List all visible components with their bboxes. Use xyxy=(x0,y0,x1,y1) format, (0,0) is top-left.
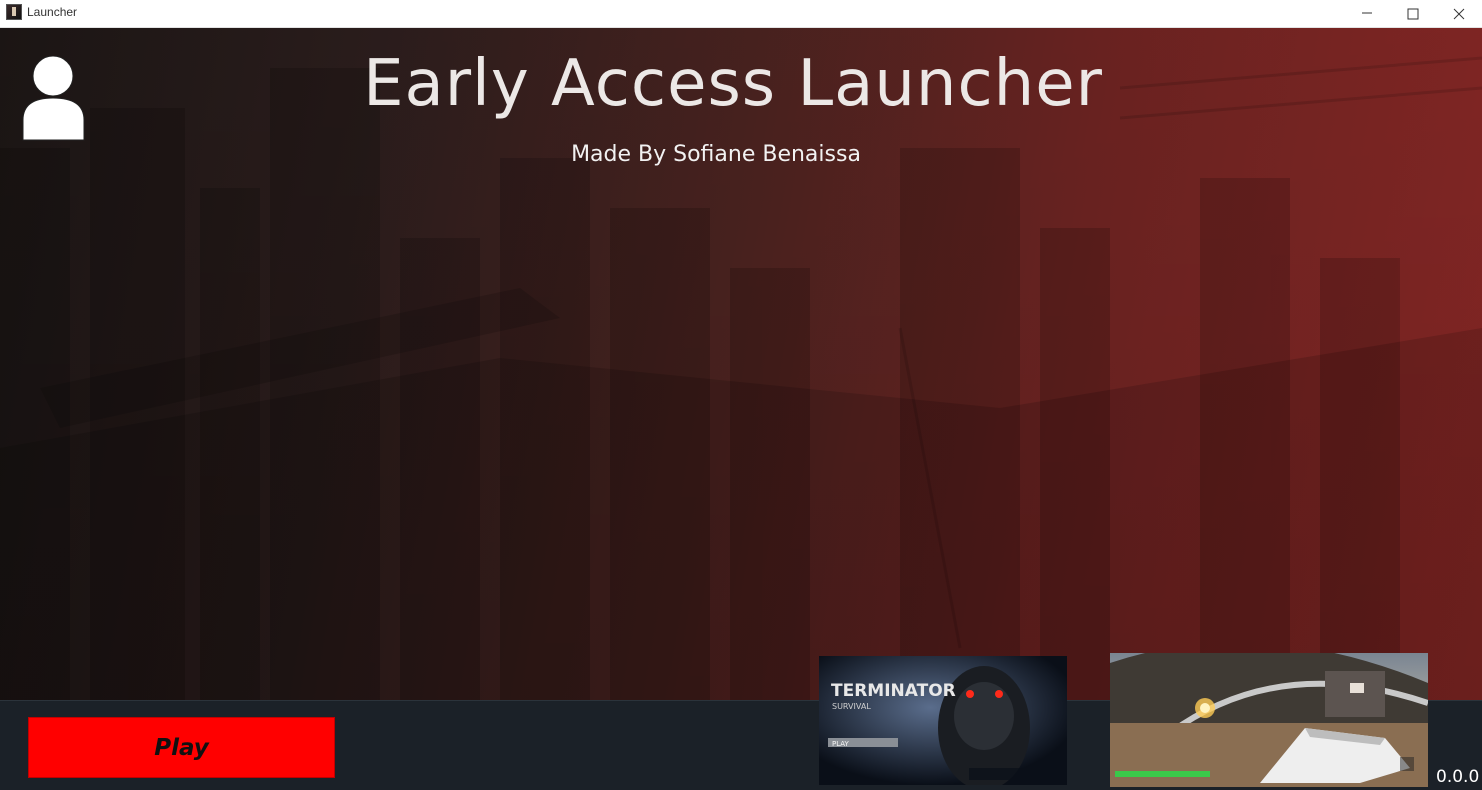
maximize-button[interactable] xyxy=(1390,0,1436,28)
maximize-icon xyxy=(1407,8,1419,20)
background-artwork xyxy=(0,28,1482,700)
close-button[interactable] xyxy=(1436,0,1482,28)
close-icon xyxy=(1453,8,1465,20)
minimize-icon xyxy=(1362,12,1372,14)
window-title: Launcher xyxy=(27,5,78,19)
version-label: 0.0.0 xyxy=(1436,767,1480,787)
launcher-title: Early Access Launcher xyxy=(363,47,1103,121)
minimize-button[interactable] xyxy=(1344,0,1390,28)
thumb-play-label: PLAY xyxy=(832,740,850,748)
thumb-title: TERMINATOR xyxy=(831,681,956,701)
play-button[interactable]: Play xyxy=(28,717,335,778)
thumb-subtitle: SURVIVAL xyxy=(832,702,871,711)
gameplay-screenshot[interactable] xyxy=(1110,653,1428,787)
ruined-city-background xyxy=(0,28,1482,700)
terminator-survival-screenshot[interactable]: TERMINATOR SURVIVAL PLAY xyxy=(819,656,1067,785)
terminator-artwork: TERMINATOR SURVIVAL PLAY xyxy=(819,656,1067,785)
title-bar: Launcher xyxy=(0,0,1482,28)
gameplay-artwork xyxy=(1110,653,1428,787)
author-credit: Made By Sofiane Benaissa xyxy=(571,142,861,167)
app-icon xyxy=(6,4,22,20)
play-button-label: Play xyxy=(154,735,209,761)
